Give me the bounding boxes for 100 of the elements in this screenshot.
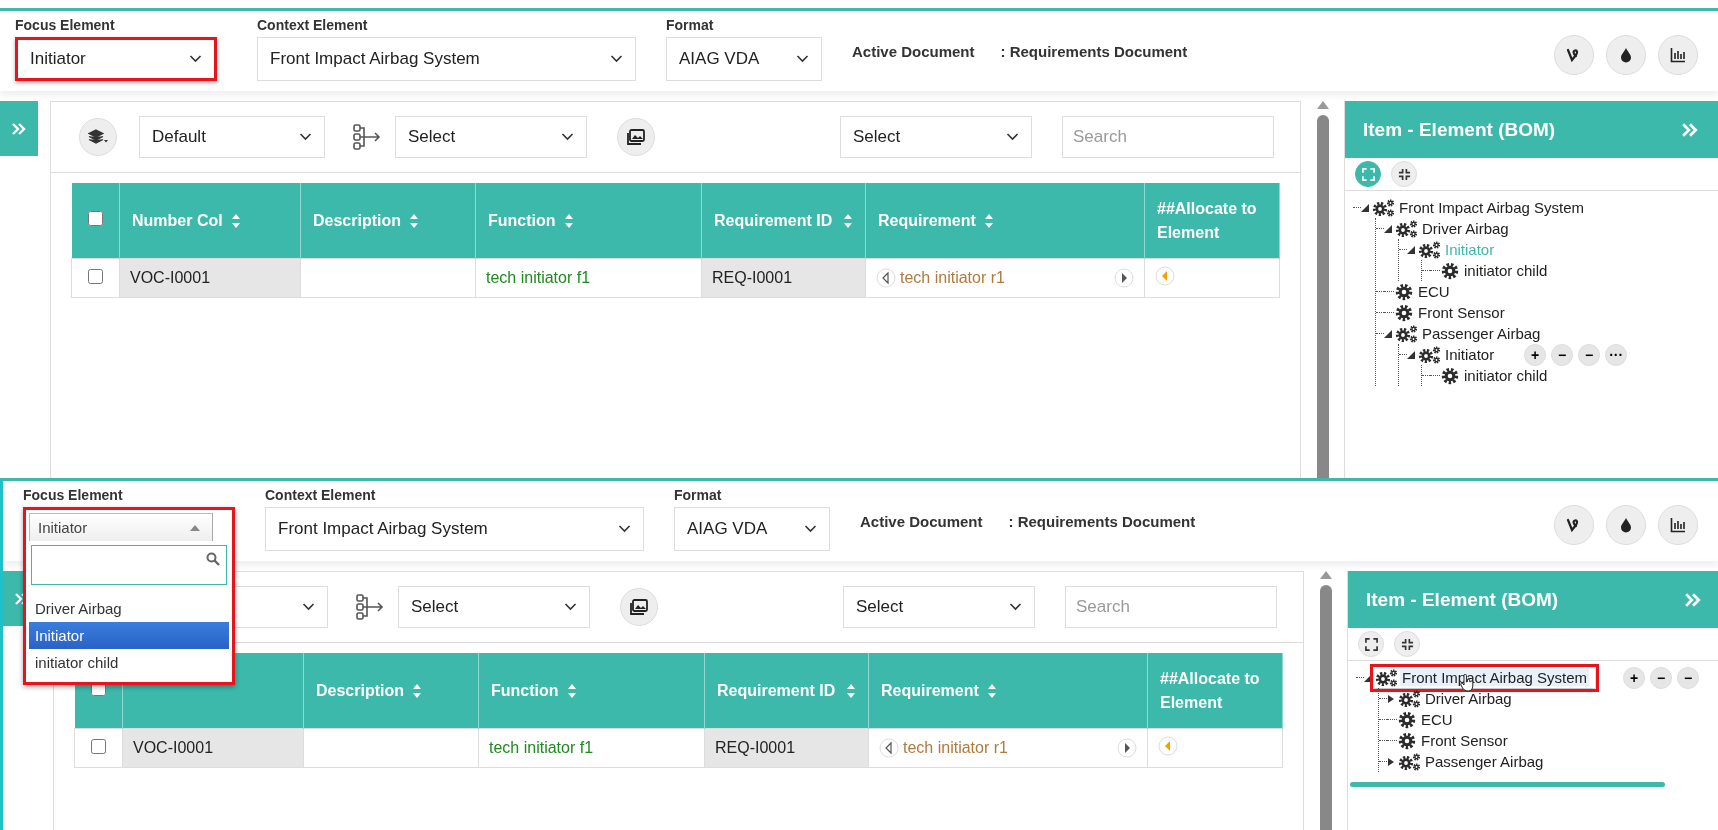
row-checkbox[interactable] bbox=[88, 268, 103, 284]
image-gallery-icon[interactable] bbox=[617, 118, 655, 156]
search-field[interactable]: Search bbox=[1062, 116, 1274, 158]
expanded-toggle-icon[interactable] bbox=[1384, 329, 1392, 338]
node-action-button[interactable]: − bbox=[1677, 666, 1700, 689]
dropdown-option[interactable]: Driver Airbag bbox=[29, 595, 229, 622]
node-action-button[interactable]: + bbox=[1623, 666, 1646, 689]
bar-chart-icon[interactable] bbox=[1658, 505, 1698, 545]
table-cell: REQ-I0001 bbox=[704, 728, 869, 768]
gear-icon bbox=[1440, 260, 1460, 281]
row-checkbox[interactable] bbox=[91, 738, 106, 754]
column-title: Requirement bbox=[881, 680, 979, 701]
gears-icon bbox=[1417, 239, 1441, 260]
tree-node-label[interactable]: Front Sensor bbox=[1416, 304, 1507, 321]
focus-select[interactable]: Initiator bbox=[15, 37, 217, 81]
vine-icon[interactable] bbox=[1554, 505, 1594, 545]
field-label: Context Element bbox=[265, 487, 377, 503]
gears-icon bbox=[1394, 218, 1418, 239]
field-label: Context Element bbox=[257, 17, 369, 33]
filter-select[interactable]: Select bbox=[843, 586, 1035, 628]
hierarchy-select[interactable]: Select bbox=[398, 586, 590, 628]
view-select[interactable]: Default bbox=[139, 116, 325, 158]
format-select[interactable]: AIAG VDA bbox=[674, 507, 830, 551]
gear-icon bbox=[1440, 365, 1460, 386]
focus-select[interactable]: Initiator bbox=[29, 513, 213, 541]
field-label: Focus Element bbox=[15, 17, 116, 33]
tree-node-label[interactable]: ECU bbox=[1416, 283, 1452, 300]
select-all-checkbox[interactable] bbox=[87, 211, 103, 226]
context-select[interactable]: Front Impact Airbag System bbox=[257, 37, 636, 81]
gears-icon bbox=[1397, 751, 1421, 772]
column-title: Number Col bbox=[132, 210, 223, 231]
gear-icon bbox=[1394, 281, 1414, 302]
requirement-link[interactable]: tech initiator r1 bbox=[903, 739, 1008, 757]
active-document-label: Active Document bbox=[860, 513, 983, 530]
layers-icon[interactable] bbox=[79, 118, 117, 156]
active-document-value: : Requirements Document bbox=[1008, 513, 1196, 530]
dropdown-search-field[interactable] bbox=[31, 545, 227, 585]
horizontal-scrollbar[interactable] bbox=[1350, 782, 1665, 787]
table-cell: VOC-I0001 bbox=[119, 258, 301, 298]
collapse-all-button[interactable] bbox=[1391, 161, 1417, 187]
tree-node-label[interactable]: initiator child bbox=[1462, 367, 1550, 384]
node-action-button[interactable]: − bbox=[1650, 666, 1673, 689]
gear-icon bbox=[1394, 302, 1414, 323]
tree-node-label[interactable]: ECU bbox=[1419, 711, 1455, 728]
column-title: Requirement bbox=[878, 210, 976, 231]
drop-icon[interactable] bbox=[1606, 505, 1646, 545]
expanded-toggle-icon[interactable] bbox=[1384, 224, 1392, 233]
expanded-toggle-icon[interactable] bbox=[1407, 245, 1415, 254]
drop-icon[interactable] bbox=[1606, 35, 1646, 75]
expanded-toggle-icon[interactable] bbox=[1361, 203, 1369, 212]
collapsed-toggle-icon[interactable] bbox=[1387, 757, 1395, 766]
search-field[interactable]: Search bbox=[1065, 586, 1277, 628]
double-chevron-icon bbox=[12, 122, 26, 135]
tree-node-label[interactable]: Front Sensor bbox=[1419, 732, 1510, 749]
tree-node-label[interactable]: Passenger Airbag bbox=[1420, 325, 1543, 342]
context-select[interactable]: Front Impact Airbag System bbox=[265, 507, 644, 551]
gear-icon bbox=[1397, 730, 1417, 751]
hierarchy-icon bbox=[356, 594, 384, 620]
tree-node-label[interactable]: Driver Airbag bbox=[1423, 690, 1514, 707]
node-action-button[interactable]: − bbox=[1578, 343, 1601, 366]
search-icon bbox=[206, 552, 220, 566]
expanded-toggle-icon[interactable] bbox=[1407, 350, 1415, 359]
tree-node-label[interactable]: Driver Airbag bbox=[1420, 220, 1511, 237]
panel-title: Item - Element (BOM) bbox=[1363, 118, 1556, 141]
field-label: Focus Element bbox=[23, 487, 124, 503]
column-title: Description bbox=[316, 680, 404, 701]
format-select[interactable]: AIAG VDA bbox=[666, 37, 822, 81]
table-cell: tech initiator f1 bbox=[478, 728, 705, 768]
gears-icon bbox=[1397, 688, 1421, 709]
dropdown-option[interactable]: initiator child bbox=[29, 649, 229, 676]
column-title: ##Allocate to Element bbox=[1157, 198, 1258, 243]
caret-up-icon bbox=[190, 524, 200, 531]
tree-node-label[interactable]: Initiator bbox=[1443, 346, 1497, 363]
gear-icon bbox=[1397, 709, 1417, 730]
scroll-up-icon[interactable] bbox=[1316, 101, 1329, 109]
chevron-down-icon bbox=[618, 525, 631, 533]
chevron-down-icon bbox=[564, 603, 577, 611]
chevron-down-icon bbox=[189, 55, 202, 63]
field-label: Format bbox=[666, 17, 715, 33]
filter-select[interactable]: Select bbox=[840, 116, 1032, 158]
tree-node-label[interactable]: initiator child bbox=[1462, 262, 1550, 279]
collapsed-toggle-icon[interactable] bbox=[1387, 694, 1395, 703]
node-action-button[interactable]: − bbox=[1551, 343, 1574, 366]
image-gallery-icon[interactable] bbox=[620, 588, 658, 626]
hierarchy-select[interactable]: Select bbox=[395, 116, 587, 158]
dropdown-option[interactable]: Initiator bbox=[29, 622, 229, 649]
scroll-up-icon[interactable] bbox=[1319, 571, 1332, 579]
tree-node-label[interactable]: Front Impact Airbag System bbox=[1397, 199, 1587, 216]
node-action-button[interactable]: ··· bbox=[1605, 343, 1628, 366]
tree-node-label[interactable]: Passenger Airbag bbox=[1423, 753, 1546, 770]
scrollbar-thumb[interactable] bbox=[1316, 115, 1329, 478]
column-title: ##Allocate to Element bbox=[1160, 668, 1261, 713]
requirement-link[interactable]: tech initiator r1 bbox=[900, 269, 1005, 287]
vine-icon[interactable] bbox=[1554, 35, 1594, 75]
active-document-value: : Requirements Document bbox=[1000, 43, 1188, 60]
column-title: Requirement ID bbox=[717, 680, 836, 701]
node-action-button[interactable]: + bbox=[1524, 343, 1547, 366]
collapse-all-button[interactable] bbox=[1394, 631, 1420, 657]
bar-chart-icon[interactable] bbox=[1658, 35, 1698, 75]
chevron-down-icon bbox=[1009, 603, 1022, 611]
